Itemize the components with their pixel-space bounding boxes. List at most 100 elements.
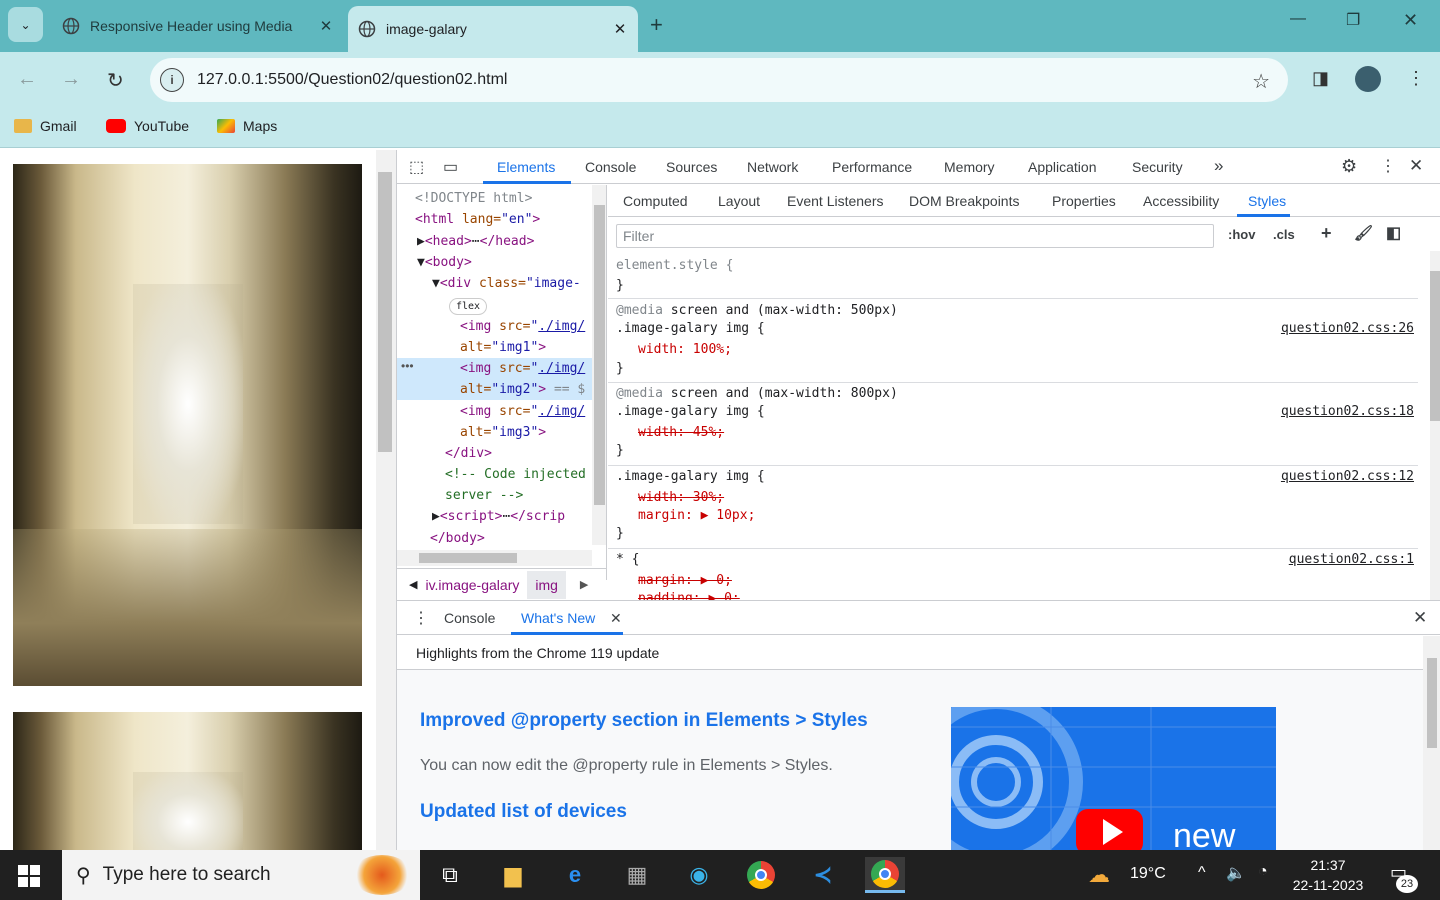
dom-node-body[interactable]: ▼<body> — [397, 252, 592, 273]
dom-node-script[interactable]: ▶<script>⋯</scrip — [397, 506, 592, 527]
volume-muted-icon[interactable]: 🔈 — [1226, 863, 1246, 883]
css-declaration[interactable]: margin: ▶ 10px; — [638, 508, 755, 523]
clock[interactable]: 21:37 22-11-2023 — [1286, 855, 1370, 895]
breadcrumb-item-img[interactable]: img — [527, 570, 566, 599]
cls-toggle[interactable]: .cls — [1273, 227, 1295, 242]
minimize-icon[interactable]: — — [1290, 10, 1306, 28]
dom-node-doctype[interactable]: <!DOCTYPE html> — [397, 188, 592, 209]
close-drawer-tab-icon[interactable]: ✕ — [610, 610, 622, 627]
rule-selector[interactable]: .image-galary img { — [616, 402, 765, 421]
rule-selector[interactable]: .image-galary img { — [616, 319, 765, 338]
site-info-icon[interactable]: i — [160, 68, 184, 92]
drawer-scrollbar[interactable] — [1423, 636, 1440, 851]
close-devtools-icon[interactable]: ✕ — [1409, 156, 1423, 176]
source-link[interactable]: question02.css:18 — [1281, 402, 1414, 421]
address-bar[interactable]: i 127.0.0.1:5500/Question02/question02.h… — [150, 58, 1288, 102]
device-toolbar-icon[interactable]: ▭ — [443, 157, 458, 177]
kebab-menu-icon[interactable]: ⋮ — [1407, 68, 1425, 89]
css-declaration-overridden[interactable]: width: 30%; — [638, 490, 724, 505]
dom-node-head[interactable]: ▶<head>⋯</head> — [397, 231, 592, 252]
subtab-accessibility[interactable]: Accessibility — [1143, 193, 1219, 209]
close-tab-icon[interactable]: ✕ — [608, 20, 632, 38]
css-declaration-overridden[interactable]: width: 45%; — [638, 425, 724, 440]
page-scrollbar[interactable] — [376, 150, 396, 850]
file-explorer-icon[interactable]: ▆ — [493, 857, 533, 893]
subtab-computed[interactable]: Computed — [623, 193, 688, 209]
dom-node-div-close[interactable]: </div> — [397, 443, 592, 464]
calculator-icon[interactable]: ▦ — [617, 857, 657, 893]
tab-console[interactable]: Console — [585, 159, 636, 175]
tab-memory[interactable]: Memory — [944, 159, 995, 175]
subtab-event-listeners[interactable]: Event Listeners — [787, 193, 884, 209]
paint-icon[interactable]: 🖌 — [1354, 224, 1373, 242]
source-link[interactable]: question02.css:26 — [1281, 319, 1414, 338]
wifi-icon[interactable]: ◔ — [1258, 863, 1268, 881]
whats-new-video-thumbnail[interactable]: new — [951, 707, 1276, 851]
dom-node-img3-alt[interactable]: alt="img3"> — [397, 422, 592, 443]
css-declaration-overridden[interactable]: padding: ▶ 0; — [638, 591, 740, 600]
rule-selector[interactable]: element.style { — [616, 256, 733, 275]
profile-avatar[interactable] — [1355, 66, 1381, 92]
edge-icon[interactable]: ◉ — [679, 857, 719, 893]
new-tab-icon[interactable]: + — [650, 12, 663, 38]
css-declaration[interactable]: width: 100%; — [638, 342, 732, 357]
breadcrumb-left-icon[interactable]: ◀ — [409, 578, 417, 591]
dom-node-img1-alt[interactable]: alt="img1"> — [397, 337, 592, 358]
close-drawer-icon[interactable]: ✕ — [1413, 608, 1427, 628]
dom-horizontal-scrollbar[interactable] — [397, 550, 592, 566]
rule-selector[interactable]: .image-galary img { — [616, 467, 765, 486]
close-window-icon[interactable]: ✕ — [1403, 10, 1418, 31]
new-rule-icon[interactable]: + — [1321, 223, 1332, 244]
close-tab-icon[interactable]: ✕ — [314, 17, 338, 35]
restore-icon[interactable]: ❐ — [1346, 10, 1360, 30]
subtab-styles[interactable]: Styles — [1248, 193, 1286, 209]
reload-icon[interactable]: ↻ — [107, 68, 124, 93]
bookmark-youtube[interactable]: YouTube — [106, 118, 189, 134]
dom-node-html[interactable]: <html lang="en"> — [397, 209, 592, 230]
breadcrumb-right-icon[interactable]: ▶ — [580, 578, 588, 591]
back-icon[interactable]: ← — [17, 68, 37, 91]
feature-heading[interactable]: Updated list of devices — [420, 801, 627, 823]
styles-filter-input[interactable]: Filter — [616, 224, 1214, 248]
computed-sidebar-icon[interactable]: ◧ — [1386, 223, 1401, 243]
node-actions-icon[interactable]: ••• — [401, 359, 414, 373]
internet-explorer-icon[interactable]: e — [555, 857, 595, 893]
tab-application[interactable]: Application — [1028, 159, 1097, 175]
styles-scrollbar[interactable] — [1430, 251, 1440, 600]
windows-start-icon[interactable] — [18, 865, 40, 887]
bookmark-maps[interactable]: Maps — [217, 118, 277, 134]
task-view-icon[interactable]: ⧉ — [430, 857, 470, 893]
subtab-layout[interactable]: Layout — [718, 193, 760, 209]
tab-network[interactable]: Network — [747, 159, 798, 175]
side-panel-icon[interactable]: ◨ — [1312, 68, 1329, 89]
source-link[interactable]: question02.css:1 — [1289, 550, 1414, 569]
forward-icon[interactable]: → — [61, 68, 81, 91]
dom-node-img2-alt[interactable]: alt="img2"> == $ — [397, 379, 592, 400]
drawer-tab-console[interactable]: Console — [444, 610, 495, 626]
feature-heading[interactable]: Improved @property section in Elements >… — [420, 710, 868, 732]
dom-vertical-scrollbar[interactable] — [592, 185, 606, 545]
inspect-element-icon[interactable]: ⬚ — [409, 157, 424, 177]
browser-tab-active[interactable]: image-galary ✕ — [348, 6, 638, 52]
browser-tab-inactive[interactable]: Responsive Header using Media ✕ — [52, 6, 344, 46]
rule-selector[interactable]: * { — [616, 550, 639, 569]
chrome-icon[interactable] — [741, 857, 781, 893]
show-hidden-icons-icon[interactable]: ^ — [1198, 864, 1206, 882]
drawer-tab-whats-new[interactable]: What's New — [521, 610, 595, 626]
dom-node-comment-cont[interactable]: server --> — [397, 485, 592, 506]
temperature[interactable]: 19°C — [1130, 865, 1166, 883]
tab-security[interactable]: Security — [1132, 159, 1183, 175]
breadcrumb-item-div[interactable]: iv.image-galary — [425, 577, 519, 593]
devtools-menu-icon[interactable]: ⋮ — [1380, 156, 1396, 176]
bookmark-star-icon[interactable]: ☆ — [1252, 69, 1270, 94]
subtab-dom-breakpoints[interactable]: DOM Breakpoints — [909, 193, 1019, 209]
hov-toggle[interactable]: :hov — [1228, 227, 1255, 242]
tab-search-button[interactable]: ⌄ — [8, 7, 43, 42]
vscode-icon[interactable]: ≺ — [803, 857, 843, 893]
tab-elements[interactable]: Elements — [497, 159, 555, 175]
settings-gear-icon[interactable]: ⚙ — [1341, 156, 1357, 177]
subtab-properties[interactable]: Properties — [1052, 193, 1116, 209]
chrome-active-icon[interactable] — [865, 857, 905, 893]
dom-node-comment[interactable]: <!-- Code injected — [397, 464, 592, 485]
tab-sources[interactable]: Sources — [666, 159, 717, 175]
